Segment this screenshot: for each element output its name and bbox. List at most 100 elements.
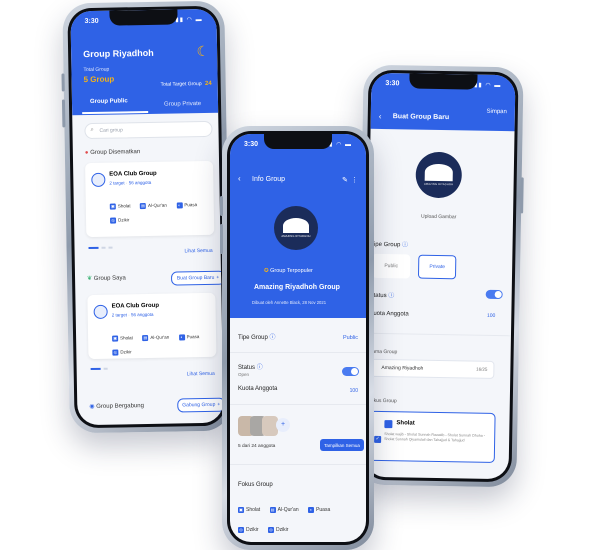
nama-input-value: Amazing Riyadhoh [381, 364, 424, 372]
tab-public[interactable]: Group Public [90, 98, 128, 105]
chip-dzikir: ◎ Dzikir [112, 349, 132, 356]
dzikir-icon: ◎ [109, 217, 117, 224]
tipe-label: Tipe Group ⓘ [370, 239, 408, 249]
tampilkan-label: Tampilkan Semua [324, 442, 360, 448]
tab-private[interactable]: Group Private [164, 101, 201, 108]
group-members: 56 anggota [128, 179, 152, 186]
status-time: 3:30 [244, 140, 259, 148]
lihat-semua-link[interactable]: Lihat Semua [187, 371, 215, 377]
chip-sholat: ▣ Sholat [238, 506, 260, 513]
group-name: EOA Club Group [109, 170, 157, 178]
chip-quran: ▤ Al-Qur'an [269, 506, 299, 513]
tipe-label: Tipe Group [238, 335, 268, 341]
dzikir-icon: ◎ [238, 526, 244, 533]
more-icon[interactable]: ⋮ [351, 176, 358, 184]
add-member-icon[interactable]: + [276, 418, 290, 432]
page-title: Group Riyadhoh [83, 47, 154, 60]
total-target: Total Target Group 24 [161, 81, 212, 88]
info-icon: ⓘ [401, 242, 409, 249]
tab-indicator [82, 110, 149, 115]
option-private-label: Private [429, 263, 445, 271]
pager-dots [90, 367, 121, 371]
middle-phone: 3:30 ▮▮ ◠ ▬ ‹ Info Group ✎ ⋮ AMAZING RIY… [220, 126, 374, 550]
right-screen: 3:30 ▮▮ ◠ ▬ ‹ Buat Group Baru Simpan AMA… [364, 72, 516, 480]
edit-icon[interactable]: ✎ [342, 176, 348, 184]
group-saya-label: Group Saya [93, 275, 126, 282]
buat-group-button[interactable]: Buat Group Baru + [170, 270, 224, 286]
quran-icon: ▤ [139, 202, 147, 209]
chip-puasa: ◐ Puasa [308, 506, 331, 513]
option-private[interactable]: Private [417, 254, 457, 280]
group-name: EOA Club Group [111, 302, 160, 310]
group-avatar-icon [93, 304, 108, 319]
search-input[interactable]: ⌕ Cari group [84, 120, 213, 140]
chip-row-2: ◎ Dzikir [112, 340, 137, 358]
chip-label: Al-Qur'an [277, 506, 299, 513]
logo-text: AMAZING RIYADHOH [423, 182, 454, 186]
back-icon[interactable]: ‹ [379, 112, 382, 121]
group-card[interactable]: EOA Club Group 2 target · 56 anggota ▣ Sh… [85, 160, 215, 238]
status-toggle[interactable] [342, 367, 359, 376]
gabung-group-button[interactable]: Gabung Group + [177, 397, 224, 413]
checkbox-checked-icon[interactable]: ✓ [374, 435, 382, 443]
search-icon: ⌕ [90, 126, 94, 133]
left-screen: 3:30 ▮▮ ◠ ▬ Group Riyadhoh ☾ Total Group… [70, 8, 224, 426]
kuota-value: 100 [349, 388, 358, 394]
total-group-value: 5 Group [83, 74, 115, 85]
middle-header: ‹ Info Group ✎ ⋮ AMAZING RIYADHOH ✪ Grou… [230, 134, 366, 318]
chip-quran: ▤ Al-Qur'an [142, 334, 169, 341]
pin-icon: ● [84, 150, 89, 157]
plus-icon: + [217, 401, 221, 408]
option-public[interactable]: Public [371, 253, 411, 279]
kuota-label: Kuota Anggota [238, 386, 278, 392]
disematkan-label: Group Disematkan [90, 149, 141, 156]
group-card[interactable]: EOA Club Group 2 target · 56 anggota ▣ Sh… [87, 292, 217, 360]
page-title: Buat Group Baru [392, 113, 450, 122]
chip-label: Dzikir [275, 526, 289, 533]
tipe-value: Public [343, 335, 358, 341]
group-target: 2 target [109, 180, 125, 186]
lihat-semua-link[interactable]: Lihat Semua [184, 248, 212, 254]
group-target: 2 target [111, 312, 128, 318]
status-time: 3:30 [385, 79, 400, 87]
plus-icon: + [216, 274, 220, 281]
kuota-value[interactable]: 100 [487, 313, 495, 319]
upload-label[interactable]: Upload Gambar [421, 214, 456, 221]
mockup-stage: 3:30 ▮▮ ◠ ▬ Group Riyadhoh ☾ Total Group… [0, 0, 590, 550]
middle-screen: 3:30 ▮▮ ◠ ▬ ‹ Info Group ✎ ⋮ AMAZING RIY… [230, 134, 366, 542]
fokus-chip-row-2: ◎ Dzikir ◎ Dzikir [238, 518, 293, 536]
group-meta: 2 target · 56 anggota [112, 312, 154, 318]
kuota-label: Kuota Anggota [369, 310, 409, 318]
created-by: Dibuat oleh Annette Black, 28 Nov 2021 [252, 300, 327, 305]
status-toggle[interactable] [485, 289, 503, 300]
tampilkan-semua-button[interactable]: Tampilkan Semua [320, 439, 364, 451]
puasa-icon: ◐ [308, 506, 315, 513]
search-placeholder: Cari group [99, 127, 123, 134]
puasa-icon: ◐ [176, 201, 183, 208]
chip-row-2: ◎ Dzikir [109, 208, 135, 226]
fokus-item-label: Sholat [396, 420, 415, 427]
chip-label: Dzikir [120, 349, 132, 355]
pin-section: ● Group Disematkan [85, 149, 140, 156]
back-icon[interactable]: ‹ [238, 174, 241, 183]
chip-label: Dzikir [118, 217, 130, 223]
info-icon: ⓘ [256, 365, 263, 371]
page-title: Info Group [252, 176, 286, 183]
group-logo-upload[interactable]: AMAZING RIYADHOH [415, 151, 463, 199]
status-label: Status [238, 365, 256, 371]
nama-input[interactable]: Amazing Riyadhoh 16/25 [370, 358, 495, 379]
right-phone: 3:30 ▮▮ ◠ ▬ ‹ Buat Group Baru Simpan AMA… [356, 64, 524, 488]
fokus-option-sholat[interactable]: Sholat ✓ Sholat wajib - Sholat Sunnah Ra… [368, 410, 496, 463]
fokus-label: Fokus Group [238, 482, 273, 488]
sholat-icon [384, 420, 393, 429]
member-avatars[interactable]: + [238, 416, 298, 436]
left-phone: 3:30 ▮▮ ◠ ▬ Group Riyadhoh ☾ Total Group… [61, 0, 232, 434]
quran-icon: ▤ [269, 506, 276, 513]
total-target-value: 24 [204, 80, 212, 87]
chip-label: Puasa [316, 506, 331, 513]
signal-wifi-battery-icon: ▮▮ ◠ ▬ [175, 16, 203, 23]
group-name: Amazing Riyadhoh Group [254, 284, 340, 291]
leaf-icon: ❦ [87, 275, 93, 283]
group-members: 56 anggota [130, 311, 154, 318]
simpan-button[interactable]: Simpan [486, 109, 506, 115]
